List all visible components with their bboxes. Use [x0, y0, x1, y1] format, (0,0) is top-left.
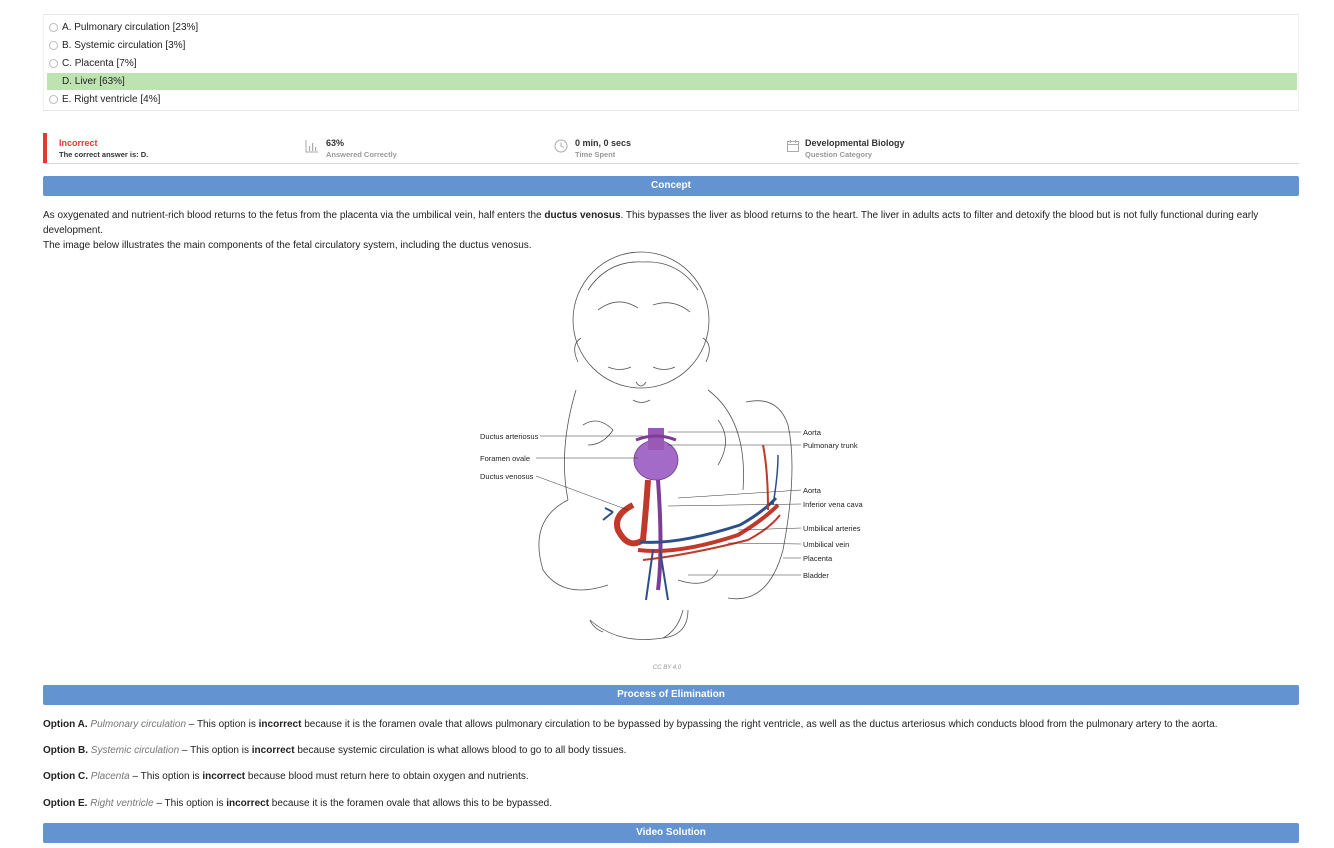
label-inferior-vena-cava: Inferior vena cava [803, 500, 863, 509]
option-name: Pulmonary circulation [90, 719, 187, 730]
elimination-item-b: Option B. Systemic circulation – This op… [43, 744, 1301, 757]
elimination-item-c: Option C. Placenta – This option is inco… [43, 770, 1301, 783]
clock-icon [554, 139, 568, 153]
option-ref: Option A. [43, 719, 88, 730]
category-stat: Developmental Biology Question Category [805, 137, 905, 160]
option-ref: Option E. [43, 798, 88, 809]
concept-text-part: As oxygenated and nutrient-rich blood re… [43, 210, 545, 221]
video-solution-header[interactable]: Video Solution [43, 823, 1299, 843]
concept-bold-term: ductus venosus [544, 210, 621, 221]
elim-verdict: incorrect [226, 798, 270, 809]
category-label: Question Category [805, 150, 873, 159]
radio-icon[interactable] [49, 59, 58, 68]
result-title: Incorrect [59, 138, 98, 148]
label-umbilical-arteries: Umbilical arteries [803, 524, 861, 533]
elim-text: – This option is [129, 771, 203, 782]
option-name: Right ventricle [90, 798, 154, 809]
elim-text: – This option is [186, 719, 259, 730]
result-indicator [43, 133, 47, 163]
option-b[interactable]: B. Systemic circulation [3%] [47, 37, 1297, 54]
elim-text: – This option is [179, 745, 252, 756]
elimination-item-e: Option E. Right ventricle – This option … [43, 797, 1301, 810]
answer-options: A. Pulmonary circulation [23%] B. System… [43, 14, 1299, 111]
elim-verdict: incorrect [251, 745, 295, 756]
time-value: 0 min, 0 secs [575, 138, 632, 148]
label-ductus-venosus: Ductus venosus [480, 472, 534, 481]
label-placenta: Placenta [803, 554, 833, 563]
concept-text: As oxygenated and nutrient-rich blood re… [43, 208, 1301, 253]
option-label: C. Placenta [7%] [62, 58, 137, 69]
concept-text-part: The image below illustrates the main com… [43, 240, 532, 251]
elim-text: because blood must return here to obtain… [245, 771, 529, 782]
bar-chart-icon [305, 140, 318, 153]
radio-icon[interactable] [49, 95, 58, 104]
time-stat: 0 min, 0 secs Time Spent [575, 137, 631, 160]
label-foramen-ovale: Foramen ovale [480, 454, 530, 463]
result-stats-bar: Incorrect The correct answer is: D. 63% … [43, 133, 1299, 164]
option-ref: Option C. [43, 771, 88, 782]
radio-icon[interactable] [49, 41, 58, 50]
elim-verdict: incorrect [202, 771, 246, 782]
label-ductus-arteriosus: Ductus arteriosus [480, 432, 539, 441]
calendar-icon [787, 140, 799, 152]
elim-text: – This option is [153, 798, 227, 809]
concept-header[interactable]: Concept [43, 176, 1299, 196]
option-a[interactable]: A. Pulmonary circulation [23%] [47, 19, 1297, 36]
time-label: Time Spent [575, 150, 616, 159]
percent-label: Answered Correctly [326, 150, 397, 159]
elim-text: because systemic circulation is what all… [294, 745, 627, 756]
option-name: Placenta [90, 771, 130, 782]
label-aorta: Aorta [803, 486, 822, 495]
percent-stat: 63% Answered Correctly [326, 137, 397, 160]
elim-text: because it is the foramen ovale that all… [301, 719, 1218, 730]
option-ref: Option B. [43, 745, 88, 756]
label-bladder: Bladder [803, 571, 829, 580]
elim-verdict: incorrect [258, 719, 302, 730]
label-aorta-top: Aorta [803, 428, 822, 437]
option-name: Systemic circulation [90, 745, 180, 756]
fetal-circulation-diagram: Ductus arteriosus Foramen ovale Ductus v… [480, 251, 863, 640]
radio-icon[interactable] [49, 23, 58, 32]
option-d[interactable]: D. Liver [63%] [47, 73, 1297, 90]
option-e[interactable]: E. Right ventricle [4%] [47, 91, 1297, 108]
figure-caption: CC BY 4.0 [652, 665, 682, 671]
result-subtitle: The correct answer is: D. [59, 150, 149, 159]
percent-value: 63% [326, 138, 345, 148]
option-label: E. Right ventricle [4%] [62, 94, 161, 105]
elimination-header[interactable]: Process of Elimination [43, 685, 1299, 705]
elimination-item-a: Option A. Pulmonary circulation – This o… [43, 718, 1301, 731]
elim-text: because it is the foramen ovale that all… [269, 798, 552, 809]
label-pulmonary-trunk: Pulmonary trunk [803, 441, 858, 450]
option-c[interactable]: C. Placenta [7%] [47, 55, 1297, 72]
label-umbilical-vein: Umbilical vein [803, 540, 849, 549]
option-label: D. Liver [63%] [62, 76, 125, 87]
result-stat: Incorrect The correct answer is: D. [59, 137, 148, 160]
category-value: Developmental Biology [805, 138, 905, 148]
option-label: A. Pulmonary circulation [23%] [62, 22, 199, 33]
option-label: B. Systemic circulation [3%] [62, 40, 186, 51]
